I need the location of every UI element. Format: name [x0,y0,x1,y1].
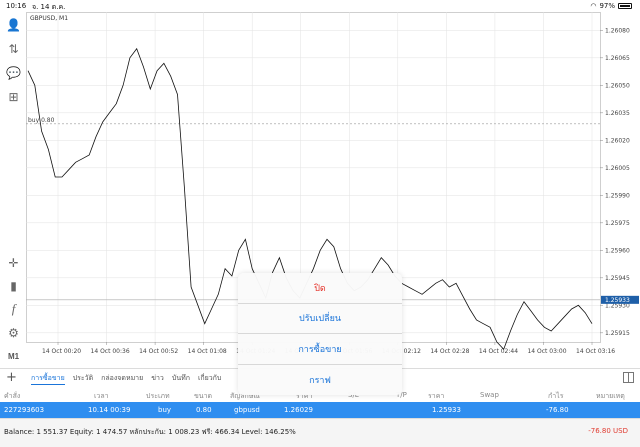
cell-time: 10.14 00:39 [88,406,131,414]
layout-icon[interactable] [623,372,634,383]
tab-news[interactable]: ข่าว [151,373,164,385]
total-profit: -76.80 USD [588,427,628,435]
cell-size: 0.80 [196,406,212,414]
time-axis-label: 14 Oct 02:28 [430,348,469,355]
price-axis-label: 1.25960 [605,247,630,254]
col-comment: หมายเหตุ [596,392,625,400]
col-current-price: ราคา [428,392,445,400]
chart-button[interactable]: กราฟ [238,365,402,396]
battery-percent: 97% [599,2,615,10]
price-axis-label: 1.25975 [605,220,630,227]
cell-symbol: gbpusd [234,406,260,414]
tab-journal[interactable]: บันทึก [172,373,190,385]
trade-icon[interactable]: ⇅ [5,40,22,57]
trade-button[interactable]: การซื้อขาย [238,334,402,365]
price-axis-label: 1.26020 [605,137,630,144]
status-right: ◠ 97% [590,2,632,10]
col-time: เวลา [94,392,109,400]
status-bar: 10:16 จ. 14 ต.ค. ◠ 97% [0,0,640,12]
table-row[interactable]: 227293603 10.14 00:39 buy 0.80 gbpusd 1.… [0,402,640,418]
cell-type: buy [158,406,172,414]
time-axis-label: 14 Oct 02:44 [479,348,518,355]
new-document-icon[interactable]: ⊞ [5,88,22,105]
account-footer: Balance: 1 551.37 Equity: 1 474.57 หลักป… [0,418,640,447]
cell-open-price: 1.26029 [284,406,313,414]
time-axis-label: 14 Oct 00:20 [42,348,81,355]
price-axis-label: 1.25945 [605,275,630,282]
candles-icon[interactable]: ▮ [5,277,22,294]
chat-icon[interactable]: 💬 [5,64,22,81]
bottom-tabs: การซื้อขาย ประวัติ กล่องจดหมาย ข่าว บันท… [31,373,221,385]
close-position-button[interactable]: ปิด [238,273,402,304]
left-toolbar: 👤 ⇅ 💬 ⊞ ✛ ▮ f ⚙ M1 [0,12,26,368]
price-axis-label: 1.25990 [605,192,630,199]
tab-history[interactable]: ประวัติ [73,373,93,385]
action-sheet: ปิด ปรับเปลี่ยน การซื้อขาย กราฟ [238,273,402,395]
price-axis-label: 1.26080 [605,27,630,34]
price-axis-label: 1.26005 [605,165,630,172]
time-axis-label: 14 Oct 00:52 [139,348,178,355]
tab-trade[interactable]: การซื้อขาย [31,373,65,385]
cell-ticket: 227293603 [4,406,45,414]
time-axis-label: 14 Oct 00:36 [91,348,130,355]
indicators-icon[interactable]: f [5,300,22,317]
order-line-label: buy 0.80 [28,117,55,124]
status-time: 10:16 [6,2,27,10]
chart-symbol-label: GBPUSD, M1 [30,15,69,22]
cell-profit: -76.80 [546,406,569,414]
wifi-icon: ◠ [590,2,597,10]
price-axis-label: 1.26065 [605,55,630,62]
time-axis-label: 14 Oct 03:00 [527,348,566,355]
current-price-label: 1.25933 [605,297,630,304]
time-axis-label: 14 Oct 01:08 [188,348,227,355]
crosshair-icon[interactable]: ✛ [5,254,22,271]
tab-about[interactable]: เกี่ยวกับ [198,373,221,385]
col-swap: Swap [480,391,499,399]
price-axis-label: 1.26050 [605,82,630,89]
col-type: ประเภท [146,392,170,400]
time-axis-label: 14 Oct 03:16 [576,348,615,355]
add-icon[interactable]: + [6,370,17,385]
account-icon[interactable]: 👤 [5,16,22,33]
col-order: คำสั่ง [4,392,21,400]
cell-current-price: 1.25933 [432,406,461,414]
objects-icon[interactable]: ⚙ [5,324,22,341]
price-axis-label: 1.25915 [605,330,630,337]
modify-position-button[interactable]: ปรับเปลี่ยน [238,304,402,334]
col-size: ขนาด [194,392,213,400]
balance-summary: Balance: 1 551.37 Equity: 1 474.57 หลักป… [4,428,296,436]
price-axis-label: 1.26035 [605,110,630,117]
col-profit: กำไร [548,392,564,400]
tab-mailbox[interactable]: กล่องจดหมาย [101,373,143,385]
battery-icon [618,3,632,9]
timeframe-icon[interactable]: M1 [5,348,22,365]
